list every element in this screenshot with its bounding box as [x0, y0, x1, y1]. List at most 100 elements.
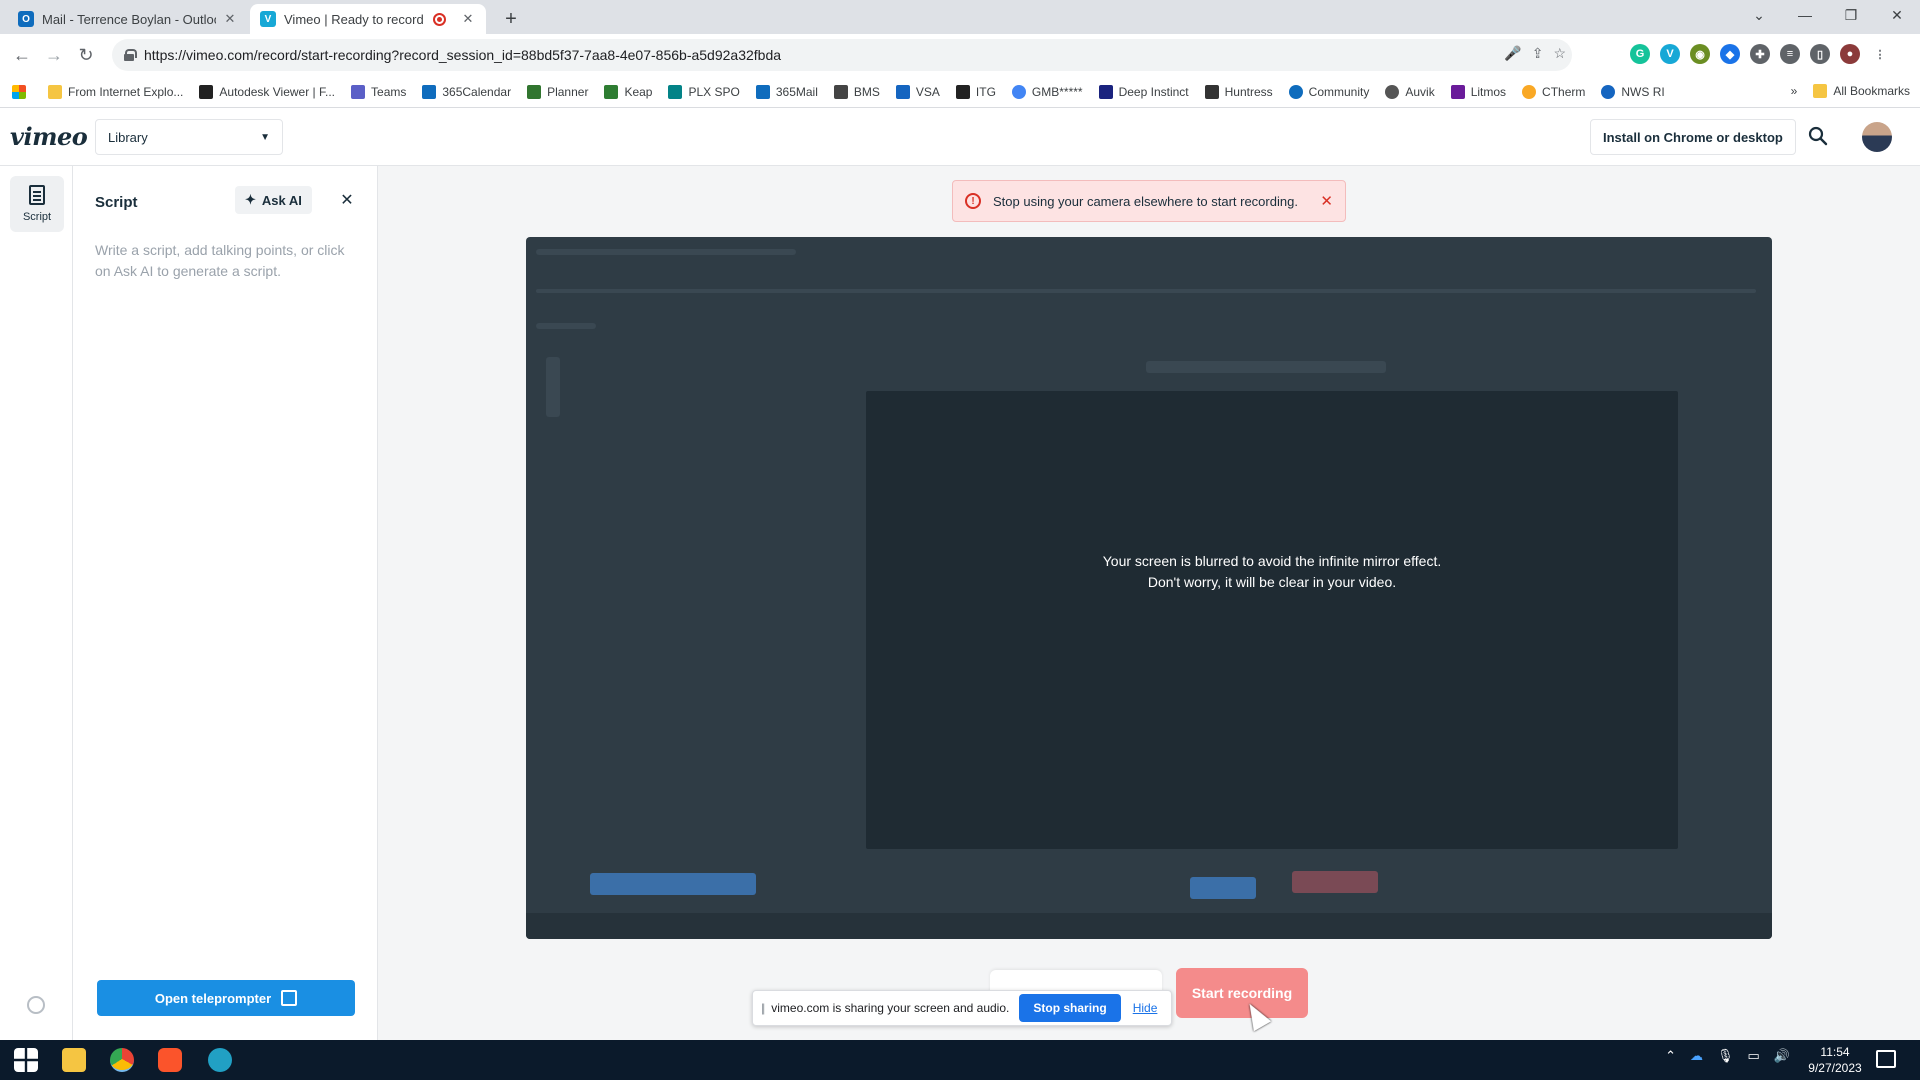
- new-tab-button[interactable]: +: [498, 6, 524, 32]
- tab-search-icon[interactable]: ⌄: [1736, 0, 1782, 30]
- extension-icon[interactable]: ◉: [1690, 44, 1710, 64]
- share-icon[interactable]: ⇪: [1532, 45, 1544, 62]
- bookmark-item[interactable]: Keap: [604, 84, 652, 99]
- forward-button[interactable]: →: [40, 41, 68, 69]
- side-panel-icon[interactable]: ▯: [1810, 44, 1830, 64]
- battery-icon[interactable]: ▭: [1748, 1048, 1760, 1064]
- bookmark-item[interactable]: PLX SPO: [668, 84, 740, 99]
- microphone-icon[interactable]: 🎤: [1504, 45, 1521, 62]
- sharing-message: vimeo.com is sharing your screen and aud…: [771, 1001, 1010, 1015]
- search-icon[interactable]: [1806, 124, 1830, 148]
- vimeo-logo[interactable]: vimeo: [10, 122, 88, 151]
- reload-button[interactable]: ↻: [72, 41, 100, 69]
- address-bar[interactable]: 🎤 ⇪ ☆: [112, 39, 1572, 71]
- bookmark-item[interactable]: GMB*****: [1011, 84, 1083, 99]
- onedrive-icon[interactable]: ☁: [1690, 1048, 1703, 1064]
- microphone-icon[interactable]: 🎙: [1717, 1048, 1734, 1064]
- profile-icon[interactable]: ●: [1840, 44, 1860, 64]
- blurred-content: [1190, 877, 1256, 899]
- drag-handle-icon[interactable]: ||: [761, 1001, 765, 1015]
- windows-start-icon[interactable]: [14, 1048, 38, 1072]
- screen-preview: Your screen is blurred to avoid the infi…: [526, 237, 1772, 939]
- blurred-content: [536, 249, 796, 255]
- hide-link[interactable]: Hide: [1133, 1001, 1158, 1015]
- folder-icon: [1813, 84, 1828, 98]
- clock-date: 9/27/2023: [1808, 1061, 1862, 1075]
- library-dropdown[interactable]: Library ▼: [95, 119, 283, 155]
- bookmark-item[interactable]: Planner: [527, 84, 588, 99]
- blurred-content: [1292, 871, 1378, 893]
- url-input[interactable]: [144, 47, 1044, 63]
- brave-icon[interactable]: [158, 1048, 182, 1072]
- restore-button[interactable]: ❐: [1828, 0, 1874, 30]
- extension-icon[interactable]: ◆: [1720, 44, 1740, 64]
- bookmark-item[interactable]: CTherm: [1522, 84, 1585, 99]
- bookmark-item[interactable]: BMS: [833, 84, 880, 99]
- extensions-area: G V ◉ ◆ ✚ ≡ ▯ ● ⋮: [1630, 44, 1890, 64]
- teleprompter-label: Open teleprompter: [154, 990, 272, 1006]
- recording-indicator-icon: [433, 12, 446, 26]
- chevron-up-icon[interactable]: ⌃: [1665, 1048, 1676, 1064]
- bookmark-item[interactable]: 365Calendar: [422, 84, 511, 99]
- file-explorer-icon[interactable]: [62, 1048, 86, 1072]
- tab-outlook[interactable]: O Mail - Terrence Boylan - Outlook ✕: [8, 4, 248, 34]
- bookmark-item[interactable]: Auvik: [1385, 84, 1435, 99]
- bookmark-item[interactable]: ITG: [955, 84, 996, 99]
- minimize-button[interactable]: —: [1782, 0, 1828, 30]
- bookmark-item[interactable]: 365Mail: [755, 84, 818, 99]
- vimeo-extension-icon[interactable]: V: [1660, 44, 1680, 64]
- avatar[interactable]: [1862, 122, 1892, 152]
- bookmark-item[interactable]: Autodesk Viewer | F...: [199, 84, 335, 99]
- grammarly-icon[interactable]: G: [1630, 44, 1650, 64]
- library-dropdown-label: Library: [108, 129, 148, 145]
- chrome-icon[interactable]: [110, 1048, 134, 1072]
- close-icon[interactable]: ✕: [337, 190, 357, 210]
- open-teleprompter-button[interactable]: Open teleprompter: [97, 980, 355, 1016]
- bookmark-item[interactable]: VSA: [895, 84, 940, 99]
- close-window-button[interactable]: ✕: [1874, 0, 1920, 30]
- rail-item-script[interactable]: Script: [10, 176, 64, 232]
- bookmark-item[interactable]: From Internet Explo...: [48, 84, 183, 99]
- blurred-content: [1146, 361, 1386, 373]
- vimeo-icon: V: [260, 11, 276, 27]
- puzzle-icon[interactable]: ✚: [1750, 44, 1770, 64]
- all-bookmarks-button[interactable]: All Bookmarks: [1813, 84, 1910, 98]
- bookmark-item[interactable]: Community: [1288, 84, 1369, 99]
- close-icon[interactable]: ✕: [460, 11, 476, 27]
- bookmark-item[interactable]: NWS RI: [1601, 84, 1665, 99]
- script-editor[interactable]: Write a script, add talking points, or c…: [95, 240, 345, 282]
- bookmark-item[interactable]: Huntress: [1204, 84, 1273, 99]
- ask-ai-button[interactable]: ✦ Ask AI: [235, 186, 312, 214]
- lock-icon[interactable]: [124, 49, 137, 61]
- stop-sharing-button[interactable]: Stop sharing: [1019, 994, 1121, 1022]
- apps-icon[interactable]: [12, 84, 32, 99]
- volume-icon[interactable]: 🔊: [1774, 1048, 1790, 1064]
- outlook-icon: O: [18, 11, 34, 27]
- taskbar: ⌃ ☁ 🎙 ▭ 🔊 11:54 9/27/2023: [0, 1040, 1920, 1080]
- bookmarks-bar: From Internet Explo... Autodesk Viewer |…: [0, 76, 1920, 108]
- tab-title: Vimeo | Ready to record: [284, 11, 424, 27]
- blurred-content: [590, 873, 756, 895]
- bookmark-item[interactable]: Teams: [351, 84, 406, 99]
- media-icon[interactable]: ≡: [1780, 44, 1800, 64]
- more-bookmarks-button[interactable]: »: [1791, 84, 1798, 98]
- rail-item-label: Script: [22, 211, 52, 223]
- browser-tab-strip: O Mail - Terrence Boylan - Outlook ✕ V V…: [0, 0, 1920, 34]
- bookmark-item[interactable]: Deep Instinct: [1098, 84, 1189, 99]
- search-app-icon[interactable]: [208, 1048, 232, 1072]
- bookmark-item[interactable]: Litmos: [1450, 84, 1506, 99]
- tab-vimeo[interactable]: V Vimeo | Ready to record ✕: [250, 4, 486, 34]
- notifications-icon[interactable]: [1876, 1050, 1896, 1068]
- install-button[interactable]: Install on Chrome or desktop: [1590, 119, 1796, 155]
- recording-area: ! Stop using your camera elsewhere to st…: [378, 166, 1920, 1040]
- system-clock[interactable]: 11:54 9/27/2023: [1800, 1044, 1870, 1076]
- back-button[interactable]: ←: [8, 41, 36, 69]
- left-rail: Script: [0, 166, 73, 1040]
- bookmark-star-icon[interactable]: ☆: [1553, 45, 1566, 62]
- compass-icon[interactable]: [27, 996, 45, 1014]
- close-icon[interactable]: ✕: [1320, 192, 1333, 210]
- tab-title: Mail - Terrence Boylan - Outlook: [42, 11, 216, 27]
- menu-icon[interactable]: ⋮: [1870, 44, 1890, 64]
- mirror-pane: Your screen is blurred to avoid the infi…: [866, 391, 1678, 849]
- close-icon[interactable]: ✕: [222, 11, 238, 27]
